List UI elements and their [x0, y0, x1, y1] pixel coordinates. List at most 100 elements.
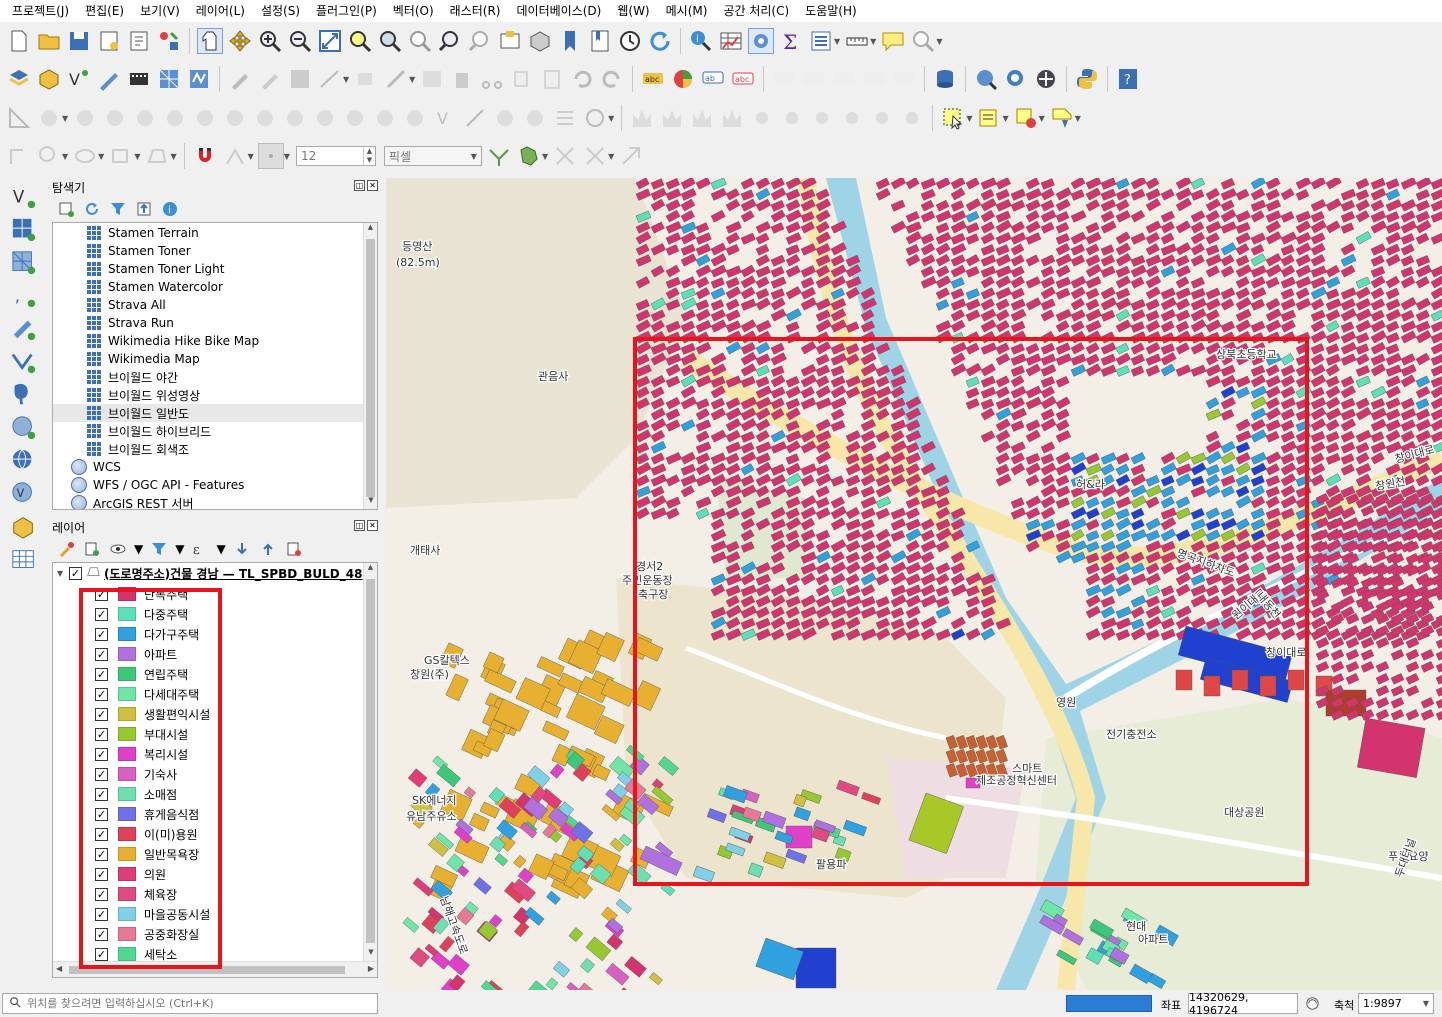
- remove-layer-icon[interactable]: [284, 539, 304, 559]
- split-features-icon[interactable]: [282, 105, 308, 131]
- browser-item[interactable]: Stamen Watercolor: [53, 278, 369, 296]
- menu-item[interactable]: 메시(M): [658, 0, 716, 22]
- browser-item[interactable]: 브이월드 회색조: [53, 440, 369, 458]
- point-edit-4-icon[interactable]: [839, 105, 865, 131]
- expand-all-icon[interactable]: [232, 539, 252, 559]
- save-project-icon[interactable]: [66, 28, 92, 54]
- collapse-all-layers-icon[interactable]: [258, 539, 278, 559]
- open-layer-styling-icon[interactable]: [56, 539, 76, 559]
- copy-features-icon[interactable]: [509, 66, 535, 92]
- open-project-icon[interactable]: [36, 28, 62, 54]
- menu-item[interactable]: 도움말(H): [797, 0, 865, 22]
- add-raster-layer-icon[interactable]: [126, 66, 152, 92]
- snap-layer-icon[interactable]: [257, 143, 284, 169]
- paste-features-icon[interactable]: [539, 66, 565, 92]
- plugin-manager-icon[interactable]: [1033, 66, 1059, 92]
- menu-item[interactable]: 래스터(R): [442, 0, 509, 22]
- locator-bar[interactable]: [2, 993, 378, 1014]
- browser-item[interactable]: Stamen Toner: [53, 242, 369, 260]
- add-spatialite-icon[interactable]: [4, 346, 44, 378]
- snap-tolerance-spinbox[interactable]: 12 ▲ ▼: [295, 146, 376, 166]
- offset-curve-icon[interactable]: [222, 105, 248, 131]
- attribute-table-icon[interactable]: [718, 28, 744, 54]
- add-layer-table-icon[interactable]: [4, 544, 44, 576]
- map-tips-icon[interactable]: [880, 28, 906, 54]
- filter-legend-icon[interactable]: [149, 539, 169, 559]
- show-hide-labels-icon[interactable]: [801, 66, 827, 92]
- filter-by-expression-icon[interactable]: ε: [190, 539, 210, 559]
- add-geopackage-icon[interactable]: [4, 313, 44, 345]
- snapping-magnet-icon[interactable]: [192, 143, 218, 169]
- snap-unit-select[interactable]: 픽셀 ▼: [383, 146, 482, 166]
- point-edit-6-icon[interactable]: [899, 105, 925, 131]
- zoom-native-icon[interactable]: [407, 28, 433, 54]
- collapse-all-icon[interactable]: [134, 199, 154, 219]
- rotate-feature-icon[interactable]: [522, 105, 548, 131]
- label-properties-icon[interactable]: [891, 66, 917, 92]
- settings-gear-icon[interactable]: [748, 28, 774, 54]
- add-wcs-icon[interactable]: V: [4, 478, 44, 510]
- point-edit-5-icon[interactable]: [869, 105, 895, 131]
- shape-digitize-icon[interactable]: [6, 143, 32, 169]
- zoom-to-selection-icon[interactable]: [347, 28, 373, 54]
- float-panel-icon[interactable]: ◫: [354, 180, 365, 191]
- diagram-options-icon[interactable]: [670, 66, 696, 92]
- add-ellipse-icon[interactable]: [72, 143, 98, 169]
- select-by-value-icon[interactable]: [976, 105, 1002, 131]
- identify-features-icon[interactable]: i: [688, 28, 714, 54]
- add-part-icon[interactable]: [102, 105, 128, 131]
- scroll-right-icon[interactable]: ▶: [368, 964, 374, 973]
- tracing-icon[interactable]: [618, 143, 644, 169]
- vertex-tool-icon[interactable]: [353, 66, 379, 92]
- add-delimited-text-icon[interactable]: ,: [4, 280, 44, 312]
- merge-attributes-icon[interactable]: [372, 105, 398, 131]
- raster-analysis-3-icon[interactable]: [689, 105, 715, 131]
- browser-scrollbar[interactable]: ▲ ▼: [363, 223, 377, 509]
- add-group-icon[interactable]: [82, 539, 102, 559]
- add-mssql-icon[interactable]: [4, 412, 44, 444]
- style-manager-icon[interactable]: [156, 28, 182, 54]
- locator-input[interactable]: [27, 997, 377, 1010]
- spin-arrows-icon[interactable]: ▲ ▼: [362, 147, 375, 165]
- point-edit-2-icon[interactable]: [779, 105, 805, 131]
- menu-item[interactable]: 프로젝트(J): [4, 0, 77, 22]
- change-label-icon[interactable]: [861, 66, 887, 92]
- coordinate-field[interactable]: 14320629, 4196724: [1188, 991, 1298, 1017]
- web-search-icon[interactable]: [1003, 66, 1029, 92]
- modify-attributes-icon[interactable]: [383, 66, 409, 92]
- menu-item[interactable]: 설정(S): [253, 0, 308, 22]
- rotate-label-icon[interactable]: [831, 66, 857, 92]
- refresh-browser-icon[interactable]: [82, 199, 102, 219]
- browser-item[interactable]: Strava All: [53, 296, 369, 314]
- scroll-up-icon[interactable]: ▲: [364, 223, 377, 236]
- toggle-editing-icon[interactable]: [257, 66, 283, 92]
- pin-labels-icon[interactable]: ab: [700, 66, 726, 92]
- reshape-icon[interactable]: [192, 105, 218, 131]
- topological-editing-icon[interactable]: [486, 143, 512, 169]
- delete-ring-icon[interactable]: [72, 105, 98, 131]
- new-geopackage-layer-icon[interactable]: [36, 66, 62, 92]
- cut-features-icon[interactable]: [479, 66, 505, 92]
- add-wms-layer-icon[interactable]: [186, 66, 212, 92]
- avoid-overlap-icon[interactable]: [516, 143, 542, 169]
- scale-feature-icon[interactable]: [552, 105, 578, 131]
- zoom-to-layer-icon[interactable]: [377, 28, 403, 54]
- add-virtual-layer-icon[interactable]: [4, 511, 44, 543]
- menu-item[interactable]: 데이터베이스(D): [508, 0, 609, 22]
- python-console-icon[interactable]: [1074, 66, 1100, 92]
- new-3d-view-icon[interactable]: [527, 28, 553, 54]
- browser-item[interactable]: 브이월드 야간: [53, 368, 369, 386]
- point-edit-3-icon[interactable]: [809, 105, 835, 131]
- close-panel-icon[interactable]: ✕: [367, 520, 378, 531]
- add-mesh-icon[interactable]: [4, 247, 44, 279]
- new-print-layout-icon[interactable]: [96, 28, 122, 54]
- add-raster-icon[interactable]: [4, 214, 44, 246]
- pan-to-selection-icon[interactable]: [227, 28, 253, 54]
- point-edit-1-icon[interactable]: [749, 105, 775, 131]
- metasearch-icon[interactable]: [973, 66, 999, 92]
- simplify-icon[interactable]: [252, 105, 278, 131]
- vertex-v-icon[interactable]: V: [432, 105, 458, 131]
- zoom-next-icon[interactable]: [467, 28, 493, 54]
- data-source-manager-icon[interactable]: [6, 66, 32, 92]
- zoom-last-icon[interactable]: [437, 28, 463, 54]
